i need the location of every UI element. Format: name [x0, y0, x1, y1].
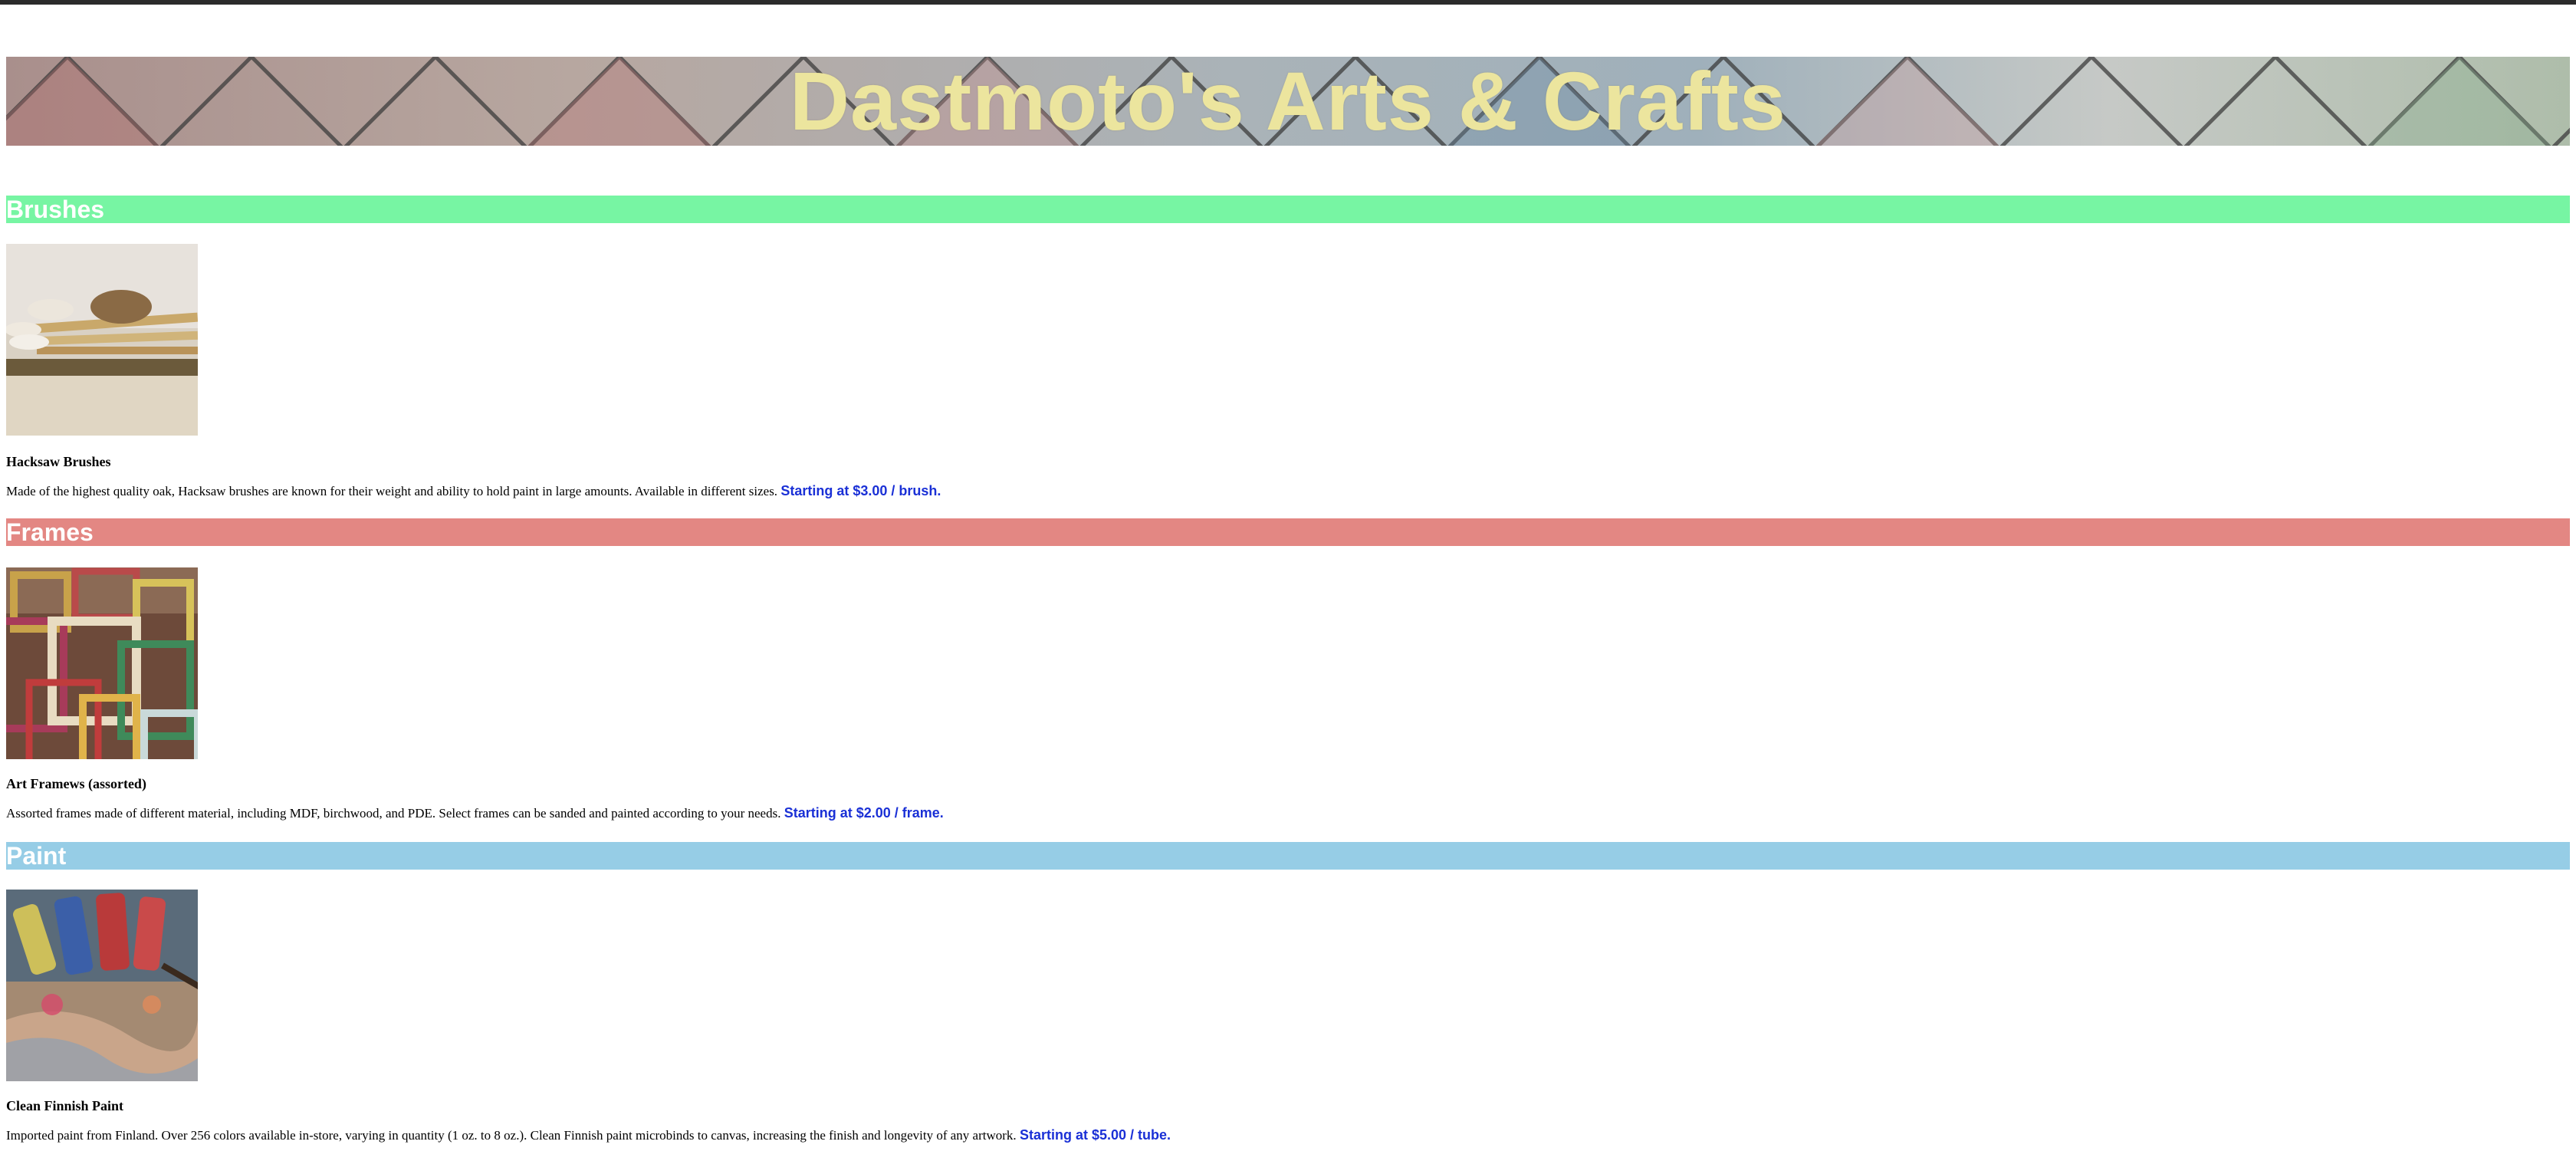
brushes-photo-icon [6, 244, 198, 436]
paint-image [6, 890, 198, 1081]
frames-photo-icon [6, 567, 198, 759]
frames-image [6, 567, 198, 759]
section-heading-frames: Frames [6, 518, 2570, 546]
price-label: Starting at $3.00 / brush. [780, 483, 941, 498]
product-name: Clean Finnish Paint [6, 1098, 124, 1113]
site-title: Dastmoto's Arts & Crafts [790, 57, 1786, 146]
price-label: Starting at $5.00 / tube. [1019, 1127, 1171, 1143]
window-top-bar [0, 0, 2576, 5]
brushes-image [6, 244, 198, 436]
paint-photo-icon [6, 890, 198, 1081]
product-description: Assorted frames made of different materi… [6, 804, 944, 823]
section-heading-brushes: Brushes [6, 196, 2570, 223]
price-label: Starting at $2.00 / frame. [784, 805, 944, 821]
product-description: Imported paint from Finland. Over 256 co… [6, 1126, 1171, 1145]
product-description: Made of the highest quality oak, Hacksaw… [6, 482, 941, 501]
description-text: Imported paint from Finland. Over 256 co… [6, 1128, 1017, 1143]
site-banner: Dastmoto's Arts & Crafts [6, 57, 2570, 146]
description-text: Assorted frames made of different materi… [6, 806, 781, 821]
product-name: Art Framews (assorted) [6, 776, 146, 791]
product-name: Hacksaw Brushes [6, 454, 111, 469]
section-heading-paint: Paint [6, 842, 2570, 870]
description-text: Made of the highest quality oak, Hacksaw… [6, 484, 778, 498]
